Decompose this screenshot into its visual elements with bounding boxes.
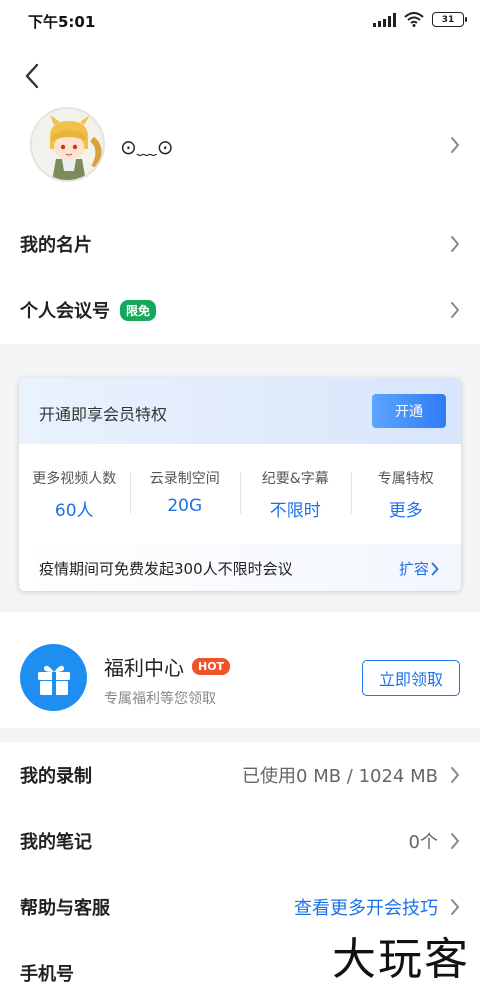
benefit-value: 不限时 [269,501,321,521]
chevron-right-icon [431,562,439,575]
personal-meeting-id-label: 个人会议号 限免 [20,297,157,323]
welfare-center: 福利中心 HOT 专属福利等您领取 立即领取 [0,628,480,728]
recording-usage: 已使用0 MB / 1024 MB [242,766,438,787]
benefit-video-participants[interactable]: 更多视频人数 60人 [19,466,130,521]
section-divider [0,728,480,742]
membership-card: 开通即享会员特权 开通 更多视频人数 60人 云录制空间 20G 纪要&字幕 不… [19,378,461,591]
welfare-title: 福利中心 HOT [104,652,231,681]
help-support-text: 帮助与客服 [20,898,110,919]
wifi-icon [404,12,424,27]
meeting-tips-link[interactable]: 查看更多开会技巧 [294,894,438,920]
my-notes-label: 我的笔记 [20,828,92,854]
status-bar: 下午5:01 31 [0,0,480,42]
my-recordings-label: 我的录制 [20,762,92,788]
benefit-label: 更多视频人数 [32,471,117,487]
chevron-right-icon [451,899,459,915]
status-icons: 31 [373,12,467,27]
my-recordings-row[interactable]: 我的录制 已使用0 MB / 1024 MB [0,742,480,808]
phone-number-label: 手机号 [20,960,74,986]
signal-icon [373,12,396,27]
notes-count: 0个 [408,832,438,853]
benefit-label: 专属特权 [377,471,434,487]
back-button[interactable] [16,58,48,94]
expand-capacity-text: 扩容 [398,560,429,578]
welfare-title-text: 福利中心 [104,656,184,680]
membership-title: 开通即享会员特权 [39,405,168,424]
welfare-subtitle: 专属福利等您领取 [104,691,216,707]
my-recordings-text: 我的录制 [20,766,92,787]
personal-meeting-id-row[interactable]: 个人会议号 限免 [0,277,480,343]
membership-card-header: 开通即享会员特权 开通 [19,378,461,444]
benefit-label: 纪要&字幕 [261,471,329,487]
membership-benefits: 更多视频人数 60人 云录制空间 20G 纪要&字幕 不限时 专属特权 更多 [19,466,462,521]
personal-meeting-id-text: 个人会议号 [20,301,110,322]
benefit-value: 60人 [54,501,94,521]
phone-number-text: 手机号 [20,964,74,985]
expand-capacity-row[interactable]: 疫情期间可免费发起300人不限时会议 扩容 [19,544,461,591]
epidemic-notice: 疫情期间可免费发起300人不限时会议 [39,560,293,578]
free-badge: 限免 [120,299,157,321]
benefit-value: 更多 [388,501,423,521]
gift-icon [20,644,87,711]
my-notes-row[interactable]: 我的笔记 0个 [0,808,480,874]
benefit-cloud-recording[interactable]: 云录制空间 20G [129,466,241,520]
avatar[interactable] [30,107,105,182]
chevron-right-icon [451,236,459,252]
benefit-exclusive[interactable]: 专属特权 更多 [350,466,462,521]
help-support-label: 帮助与客服 [20,894,110,920]
my-card-text: 我的名片 [20,235,92,256]
chevron-right-icon [451,833,459,849]
watermark: 大玩客 [332,934,470,985]
my-card-label: 我的名片 [20,231,92,257]
status-time: 下午5:01 [28,13,96,31]
benefit-label: 云录制空间 [149,471,220,487]
expand-capacity-link[interactable]: 扩容 [399,558,439,579]
open-membership-button[interactable]: 开通 [372,394,446,428]
my-notes-text: 我的笔记 [20,832,92,853]
chevron-right-icon [451,137,459,153]
chevron-right-icon [451,767,459,783]
benefit-value: 20G [167,496,203,516]
claim-now-button[interactable]: 立即领取 [362,660,460,696]
hot-badge: HOT [192,658,231,675]
chevron-right-icon [451,302,459,318]
battery-level: 31 [441,14,455,25]
chevron-left-icon [25,63,39,89]
battery-icon: 31 [432,12,467,27]
profile-row[interactable]: ⊙﹏⊙ [0,105,480,185]
profile-nickname: ⊙﹏⊙ [120,135,174,159]
my-card-row[interactable]: 我的名片 [0,211,480,277]
benefit-minutes-subtitles[interactable]: 纪要&字幕 不限时 [240,466,351,521]
avatar-illustration [32,109,103,180]
